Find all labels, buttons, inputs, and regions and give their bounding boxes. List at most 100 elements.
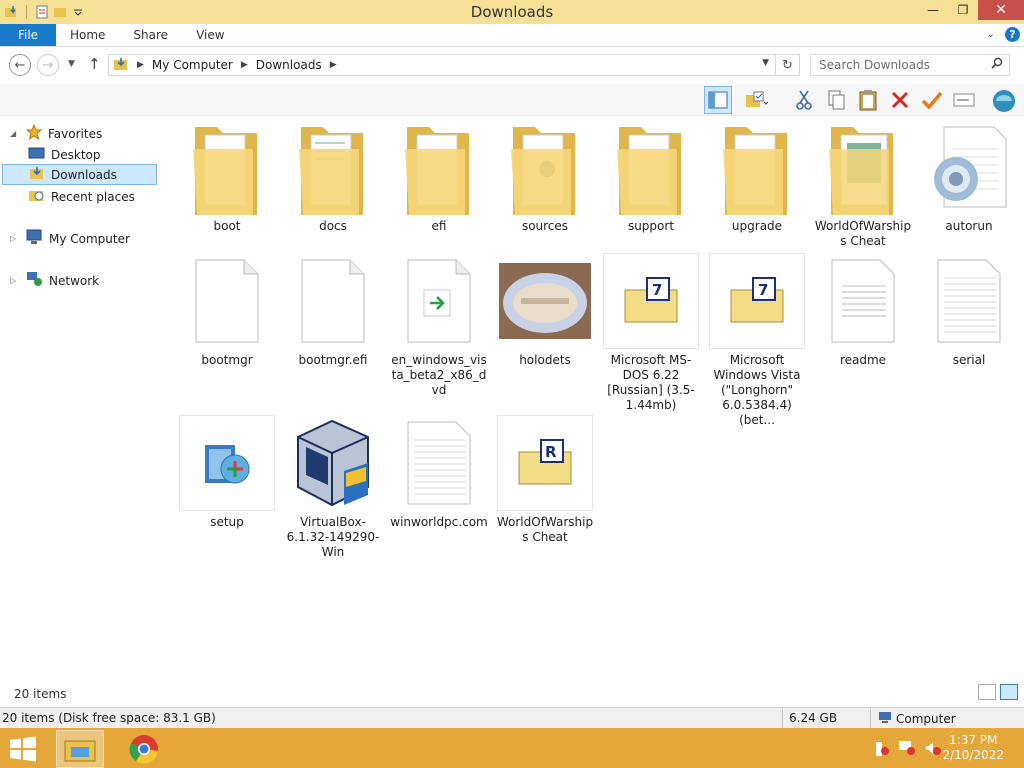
status-location-label: Computer: [896, 712, 956, 726]
forward-button[interactable]: →: [37, 54, 59, 76]
delete-icon[interactable]: [886, 86, 914, 114]
breadcrumb-arrow[interactable]: ▶: [241, 60, 248, 70]
virtualbox-installer-icon: [285, 415, 381, 511]
folder-icon: [497, 119, 593, 215]
file-item[interactable]: bootmgr: [177, 253, 277, 368]
7z-archive-icon: 7: [603, 253, 699, 349]
file-item[interactable]: efi: [389, 119, 489, 234]
paste-icon[interactable]: [854, 86, 882, 114]
copy-icon[interactable]: [822, 86, 850, 114]
taskbar-chrome[interactable]: [120, 730, 168, 768]
network-tray-icon[interactable]: [898, 740, 916, 759]
sidebar-label: Recent places: [51, 189, 135, 204]
recent-locations-dropdown[interactable]: ▼: [68, 59, 75, 69]
up-button[interactable]: ↑: [88, 55, 101, 73]
file-item[interactable]: serial: [919, 253, 1019, 368]
start-button[interactable]: [8, 736, 38, 762]
tab-home[interactable]: Home: [56, 24, 119, 46]
file-item[interactable]: WorldOfWarships Cheat: [813, 119, 913, 249]
taskbar: 1:37 PM 2/10/2022: [0, 728, 1024, 768]
file-item[interactable]: autorun: [919, 119, 1019, 234]
file-item[interactable]: setup: [177, 415, 277, 530]
clock-time: 1:37 PM: [949, 733, 998, 747]
file-item[interactable]: boot: [177, 119, 277, 234]
network-icon: [26, 271, 43, 290]
maximize-button[interactable]: ❐: [948, 0, 978, 20]
sidebar-item-desktop[interactable]: Desktop: [28, 144, 101, 165]
file-item[interactable]: holodets: [495, 253, 595, 368]
folder-icon: [815, 119, 911, 215]
minimize-button[interactable]: —: [918, 0, 948, 20]
system-tray: [874, 740, 942, 759]
file-item[interactable]: 7 Microsoft MS-DOS 6.22 [Russian] (3.5-1…: [601, 253, 701, 413]
taskbar-file-explorer[interactable]: [56, 730, 104, 768]
breadcrumb-arrow[interactable]: ▶: [330, 60, 337, 70]
chevron-down-icon[interactable]: [71, 5, 85, 19]
properties-icon[interactable]: [35, 5, 49, 19]
window-controls: — ❐ ✕: [918, 0, 1024, 22]
collapse-arrow-icon[interactable]: ◢: [10, 129, 20, 138]
clock[interactable]: 1:37 PM 2/10/2022: [942, 733, 1004, 763]
refresh-button[interactable]: ↻: [775, 55, 799, 75]
status-location: Computer: [878, 711, 956, 727]
sidebar-item-recent-places[interactable]: Recent places: [28, 186, 135, 207]
close-button[interactable]: ✕: [978, 0, 1024, 20]
breadcrumb: ▶ My Computer ▶ Downloads ▶: [109, 57, 337, 74]
address-dropdown-icon[interactable]: ▼: [762, 58, 769, 68]
file-item[interactable]: 7 Microsoft Windows Vista ("Longhorn" 6.…: [707, 253, 807, 428]
cut-icon[interactable]: [790, 86, 818, 114]
expand-arrow-icon[interactable]: ▷: [10, 276, 20, 285]
volume-icon[interactable]: [924, 740, 942, 759]
window-title: Downloads: [470, 3, 554, 21]
sidebar-item-network[interactable]: ▷ Network: [10, 270, 99, 291]
file-item[interactable]: support: [601, 119, 701, 234]
expand-arrow-icon[interactable]: ▷: [10, 234, 20, 243]
navigation-pane: ◢ Favorites Desktop Downloads Recent pla…: [0, 117, 160, 679]
breadcrumb-arrow[interactable]: ▶: [137, 60, 144, 70]
details-view-button[interactable]: [978, 684, 996, 700]
file-item[interactable]: readme: [813, 253, 913, 368]
breadcrumb-my-computer[interactable]: My Computer: [152, 58, 233, 72]
help-icon[interactable]: ?: [1005, 27, 1020, 42]
address-bar[interactable]: ▶ My Computer ▶ Downloads ▶ ▼ ↻: [108, 54, 800, 76]
large-icons-view-button[interactable]: [1000, 684, 1018, 700]
navigation-pane-button[interactable]: [704, 86, 732, 114]
checkmark-icon[interactable]: [918, 86, 946, 114]
action-center-icon[interactable]: [874, 740, 890, 759]
tab-share[interactable]: Share: [119, 24, 182, 46]
shell-icon[interactable]: [990, 86, 1018, 114]
new-folder-icon[interactable]: [53, 5, 67, 19]
search-icon[interactable]: [991, 57, 1003, 72]
file-item[interactable]: R WorldOfWarships Cheat: [495, 415, 595, 545]
ribbon-right: ⌄ ?: [987, 27, 1020, 42]
file-item[interactable]: docs: [283, 119, 383, 234]
sidebar-item-downloads[interactable]: Downloads: [2, 164, 157, 185]
status-detail: 20 items (Disk free space: 83.1 GB): [2, 711, 216, 725]
file-item[interactable]: en_windows_vista_beta2_x86_dvd: [389, 253, 489, 398]
tab-view[interactable]: View: [182, 24, 238, 46]
file-item[interactable]: winworldpc.com: [389, 415, 489, 530]
rename-icon[interactable]: [950, 86, 978, 114]
computer-icon: [26, 229, 43, 248]
folder-down-icon[interactable]: [4, 5, 18, 19]
text-file-icon: [815, 253, 911, 349]
desktop-icon: [28, 146, 45, 163]
folder-options-icon[interactable]: [742, 86, 770, 114]
search-input[interactable]: Search Downloads: [810, 54, 1010, 76]
tab-file[interactable]: File: [0, 24, 56, 46]
sidebar-item-my-computer[interactable]: ▷ My Computer: [10, 228, 130, 249]
back-button[interactable]: ←: [9, 54, 31, 76]
file-item[interactable]: upgrade: [707, 119, 807, 234]
file-item[interactable]: bootmgr.efi: [283, 253, 383, 368]
shortcut-file-icon: [391, 253, 487, 349]
sidebar-item-favorites[interactable]: ◢ Favorites: [10, 123, 102, 144]
image-thumbnail: [497, 253, 593, 349]
expand-ribbon-icon[interactable]: ⌄: [987, 29, 995, 40]
status-divider: [870, 708, 871, 729]
folder-icon: [709, 119, 805, 215]
file-item[interactable]: sources: [495, 119, 595, 234]
file-item[interactable]: VirtualBox-6.1.32-149290-Win: [283, 415, 383, 560]
toolbar-separator: [26, 5, 27, 19]
clock-date: 2/10/2022: [942, 748, 1004, 762]
breadcrumb-downloads[interactable]: Downloads: [256, 58, 322, 72]
